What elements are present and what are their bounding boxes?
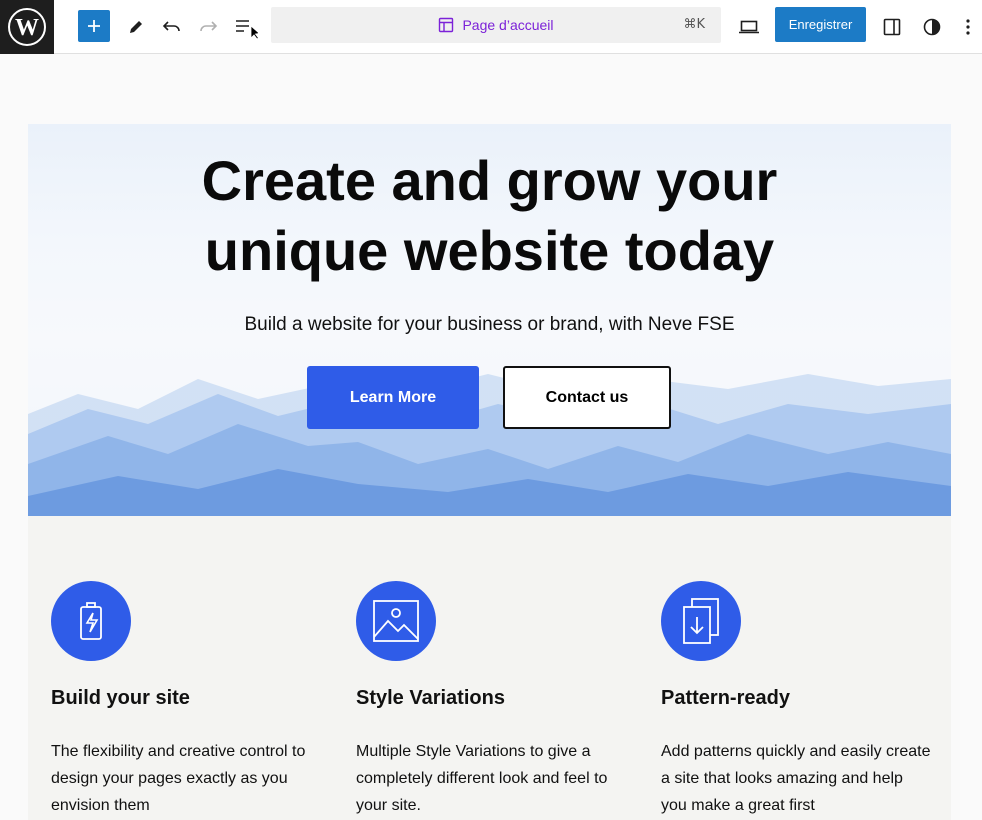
list-view-icon <box>236 20 258 39</box>
pencil-icon <box>130 21 142 33</box>
documents-download-icon <box>661 581 741 661</box>
svg-text:W: W <box>15 15 39 41</box>
sidebar-icon <box>883 18 901 36</box>
plus-icon <box>88 20 100 32</box>
contact-us-button[interactable]: Contact us <box>503 366 671 429</box>
image-icon <box>356 581 436 661</box>
page-title: Page d’accueil <box>462 17 554 33</box>
feature-description: The flexibility and creative control to … <box>51 743 306 814</box>
feature-title: Style Variations <box>356 687 505 709</box>
redo-button[interactable] <box>190 9 226 45</box>
feature-title: Pattern-ready <box>661 687 790 709</box>
desktop-icon <box>739 20 759 34</box>
command-palette-bar[interactable]: Page d’accueil ⌘K <box>271 7 721 43</box>
wordpress-icon[interactable]: W <box>0 0 54 54</box>
hero-subtitle: Build a website for your business or bra… <box>244 314 735 335</box>
more-vertical-icon <box>966 19 970 35</box>
add-block-button[interactable] <box>78 10 110 42</box>
undo-icon <box>162 21 180 32</box>
feature-title: Build your site <box>51 687 190 709</box>
save-button[interactable]: Enregistrer <box>775 7 866 42</box>
feature-description: Multiple Style Variations to give a comp… <box>356 743 608 814</box>
undo-button[interactable] <box>154 9 190 45</box>
editor-toolbar: W Page d’accueil ⌘K Enregistrer <box>0 0 982 54</box>
learn-more-button[interactable]: Learn More <box>307 366 479 429</box>
hero-heading-line-1: Create and grow your <box>201 149 778 212</box>
hero-cover-block[interactable]: Create and grow your unique website toda… <box>28 124 951 516</box>
redo-icon <box>200 21 218 32</box>
device-preview-button[interactable] <box>731 9 767 45</box>
battery-bolt-icon <box>51 581 131 661</box>
features-section[interactable]: Build your site The flexibility and crea… <box>28 516 951 820</box>
hero-heading-line-2: unique website today <box>204 219 775 282</box>
feature-description: Add patterns quickly and easily create a… <box>661 743 931 814</box>
list-view-button[interactable] <box>226 9 262 45</box>
options-button[interactable] <box>954 9 982 45</box>
hero-heading: Create and grow your unique website toda… <box>28 146 951 286</box>
tools-button[interactable] <box>118 9 154 45</box>
settings-sidebar-button[interactable] <box>874 9 910 45</box>
command-palette-title: Page d’accueil <box>271 7 721 43</box>
contrast-icon <box>923 18 941 36</box>
styles-button[interactable] <box>914 9 950 45</box>
layout-icon <box>439 17 454 33</box>
keyboard-shortcut: ⌘K <box>683 17 705 32</box>
